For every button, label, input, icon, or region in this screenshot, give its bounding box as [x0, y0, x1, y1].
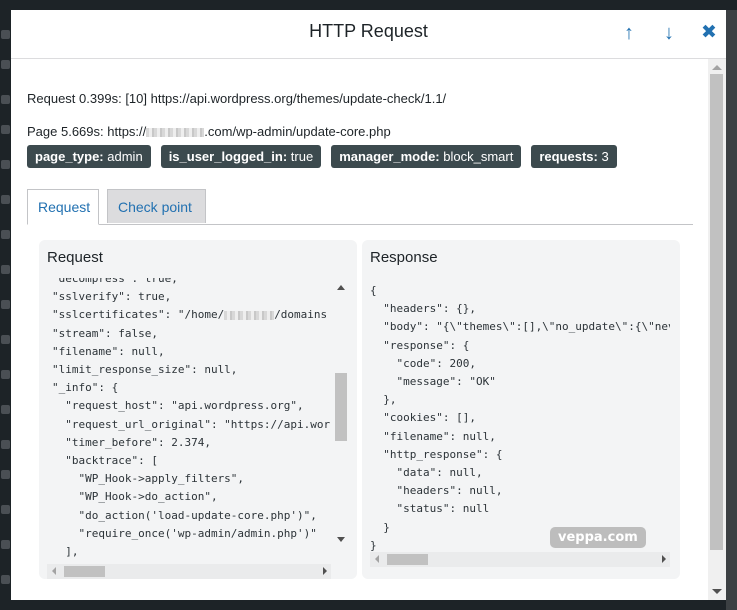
scroll-up-arrow-icon[interactable] [712, 65, 722, 70]
tab-request[interactable]: Request [27, 189, 99, 225]
admin-menu-icon [1, 335, 10, 344]
admin-menu-icon [1, 265, 10, 274]
admin-menu-icon [1, 300, 10, 309]
http-request-modal: HTTP Request ↑ ↓ ✖ Request 0.399s: [10] … [11, 10, 726, 600]
admin-menu-icon [1, 575, 10, 584]
scroll-right-arrow-icon[interactable] [662, 555, 666, 563]
request-vertical-scrollbar[interactable] [335, 280, 347, 546]
request-panel-title: Request [47, 249, 103, 266]
page-url-suffix: .com/wp-admin/update-core.php [204, 124, 391, 139]
previous-request-button[interactable]: ↑ [617, 21, 641, 45]
tab-check-point[interactable]: Check point [107, 189, 206, 223]
admin-menu-icon [1, 405, 10, 414]
scrollbar-thumb[interactable] [710, 74, 723, 550]
admin-menu-icon [1, 195, 10, 204]
request-url: [10] https://api.wordpress.org/themes/up… [125, 91, 447, 106]
scroll-down-arrow-icon[interactable] [337, 537, 345, 542]
scroll-right-arrow-icon[interactable] [323, 567, 327, 575]
response-code-view[interactable]: { "headers": {}, "body": "{\"themes\":[]… [370, 278, 670, 560]
admin-menu-icon [1, 125, 10, 134]
page-timing-label: Page 5.669s: [27, 124, 104, 139]
admin-toolbar-background [0, 0, 737, 10]
badge-list: page_type: admin is_user_logged_in: true… [27, 145, 617, 168]
admin-menu-icon [1, 95, 10, 104]
admin-menu-icon [1, 30, 10, 39]
badge-manager-mode: manager_mode: block_smart [331, 145, 522, 168]
request-code: "decompress": true, "sslverify": true, "… [52, 278, 331, 559]
request-info: Request 0.399s: [10] https://api.wordpre… [27, 91, 446, 106]
admin-menu-icon [1, 370, 10, 379]
admin-menu-icon [1, 470, 10, 479]
badge-page-type: page_type: admin [27, 145, 151, 168]
admin-menu-icon [1, 440, 10, 449]
badge-is-user-logged-in: is_user_logged_in: true [160, 145, 322, 168]
redacted-path [224, 310, 275, 320]
close-button[interactable]: ✖ [697, 21, 721, 45]
admin-menu-icon [1, 540, 10, 549]
response-panel-title: Response [370, 249, 438, 266]
page-url-prefix: https:// [107, 124, 147, 139]
request-horizontal-scrollbar[interactable] [47, 564, 331, 579]
modal-vertical-scrollbar[interactable] [708, 59, 726, 600]
response-code: { "headers": {}, "body": "{\"themes\":[]… [370, 284, 670, 552]
scroll-up-arrow-icon[interactable] [337, 285, 345, 290]
page-info: Page 5.669s: https:// .com/wp-admin/updat… [27, 124, 391, 139]
scroll-down-arrow-icon[interactable] [712, 589, 722, 594]
redacted-domain [146, 128, 205, 138]
page-scrollbar-background [726, 10, 737, 610]
badge-requests: requests: 3 [531, 145, 617, 168]
admin-menu-icon [1, 230, 10, 239]
tab-bar: Request Check point [27, 189, 693, 225]
request-code-view[interactable]: "decompress": true, "sslverify": true, "… [47, 278, 347, 560]
watermark: veppa.com [550, 527, 646, 548]
response-horizontal-scrollbar[interactable] [370, 552, 670, 567]
scrollbar-thumb[interactable] [64, 566, 105, 577]
arrow-down-icon: ↓ [664, 22, 674, 44]
request-panel: Request "decompress": true, "sslverify":… [39, 240, 357, 579]
arrow-up-icon: ↑ [624, 22, 634, 44]
scroll-left-arrow-icon[interactable] [375, 555, 379, 563]
modal-header: HTTP Request ↑ ↓ ✖ [11, 10, 726, 59]
close-icon: ✖ [701, 22, 717, 43]
scroll-left-arrow-icon[interactable] [52, 567, 56, 575]
admin-menu-icon [1, 160, 10, 169]
scrollbar-thumb[interactable] [335, 373, 347, 441]
next-request-button[interactable]: ↓ [657, 21, 681, 45]
modal-body: Request 0.399s: [10] https://api.wordpre… [11, 59, 708, 600]
request-timing-label: Request 0.399s: [27, 91, 122, 106]
admin-menu-icon [1, 505, 10, 514]
scrollbar-thumb[interactable] [387, 554, 428, 565]
admin-menu-icon [1, 60, 10, 69]
